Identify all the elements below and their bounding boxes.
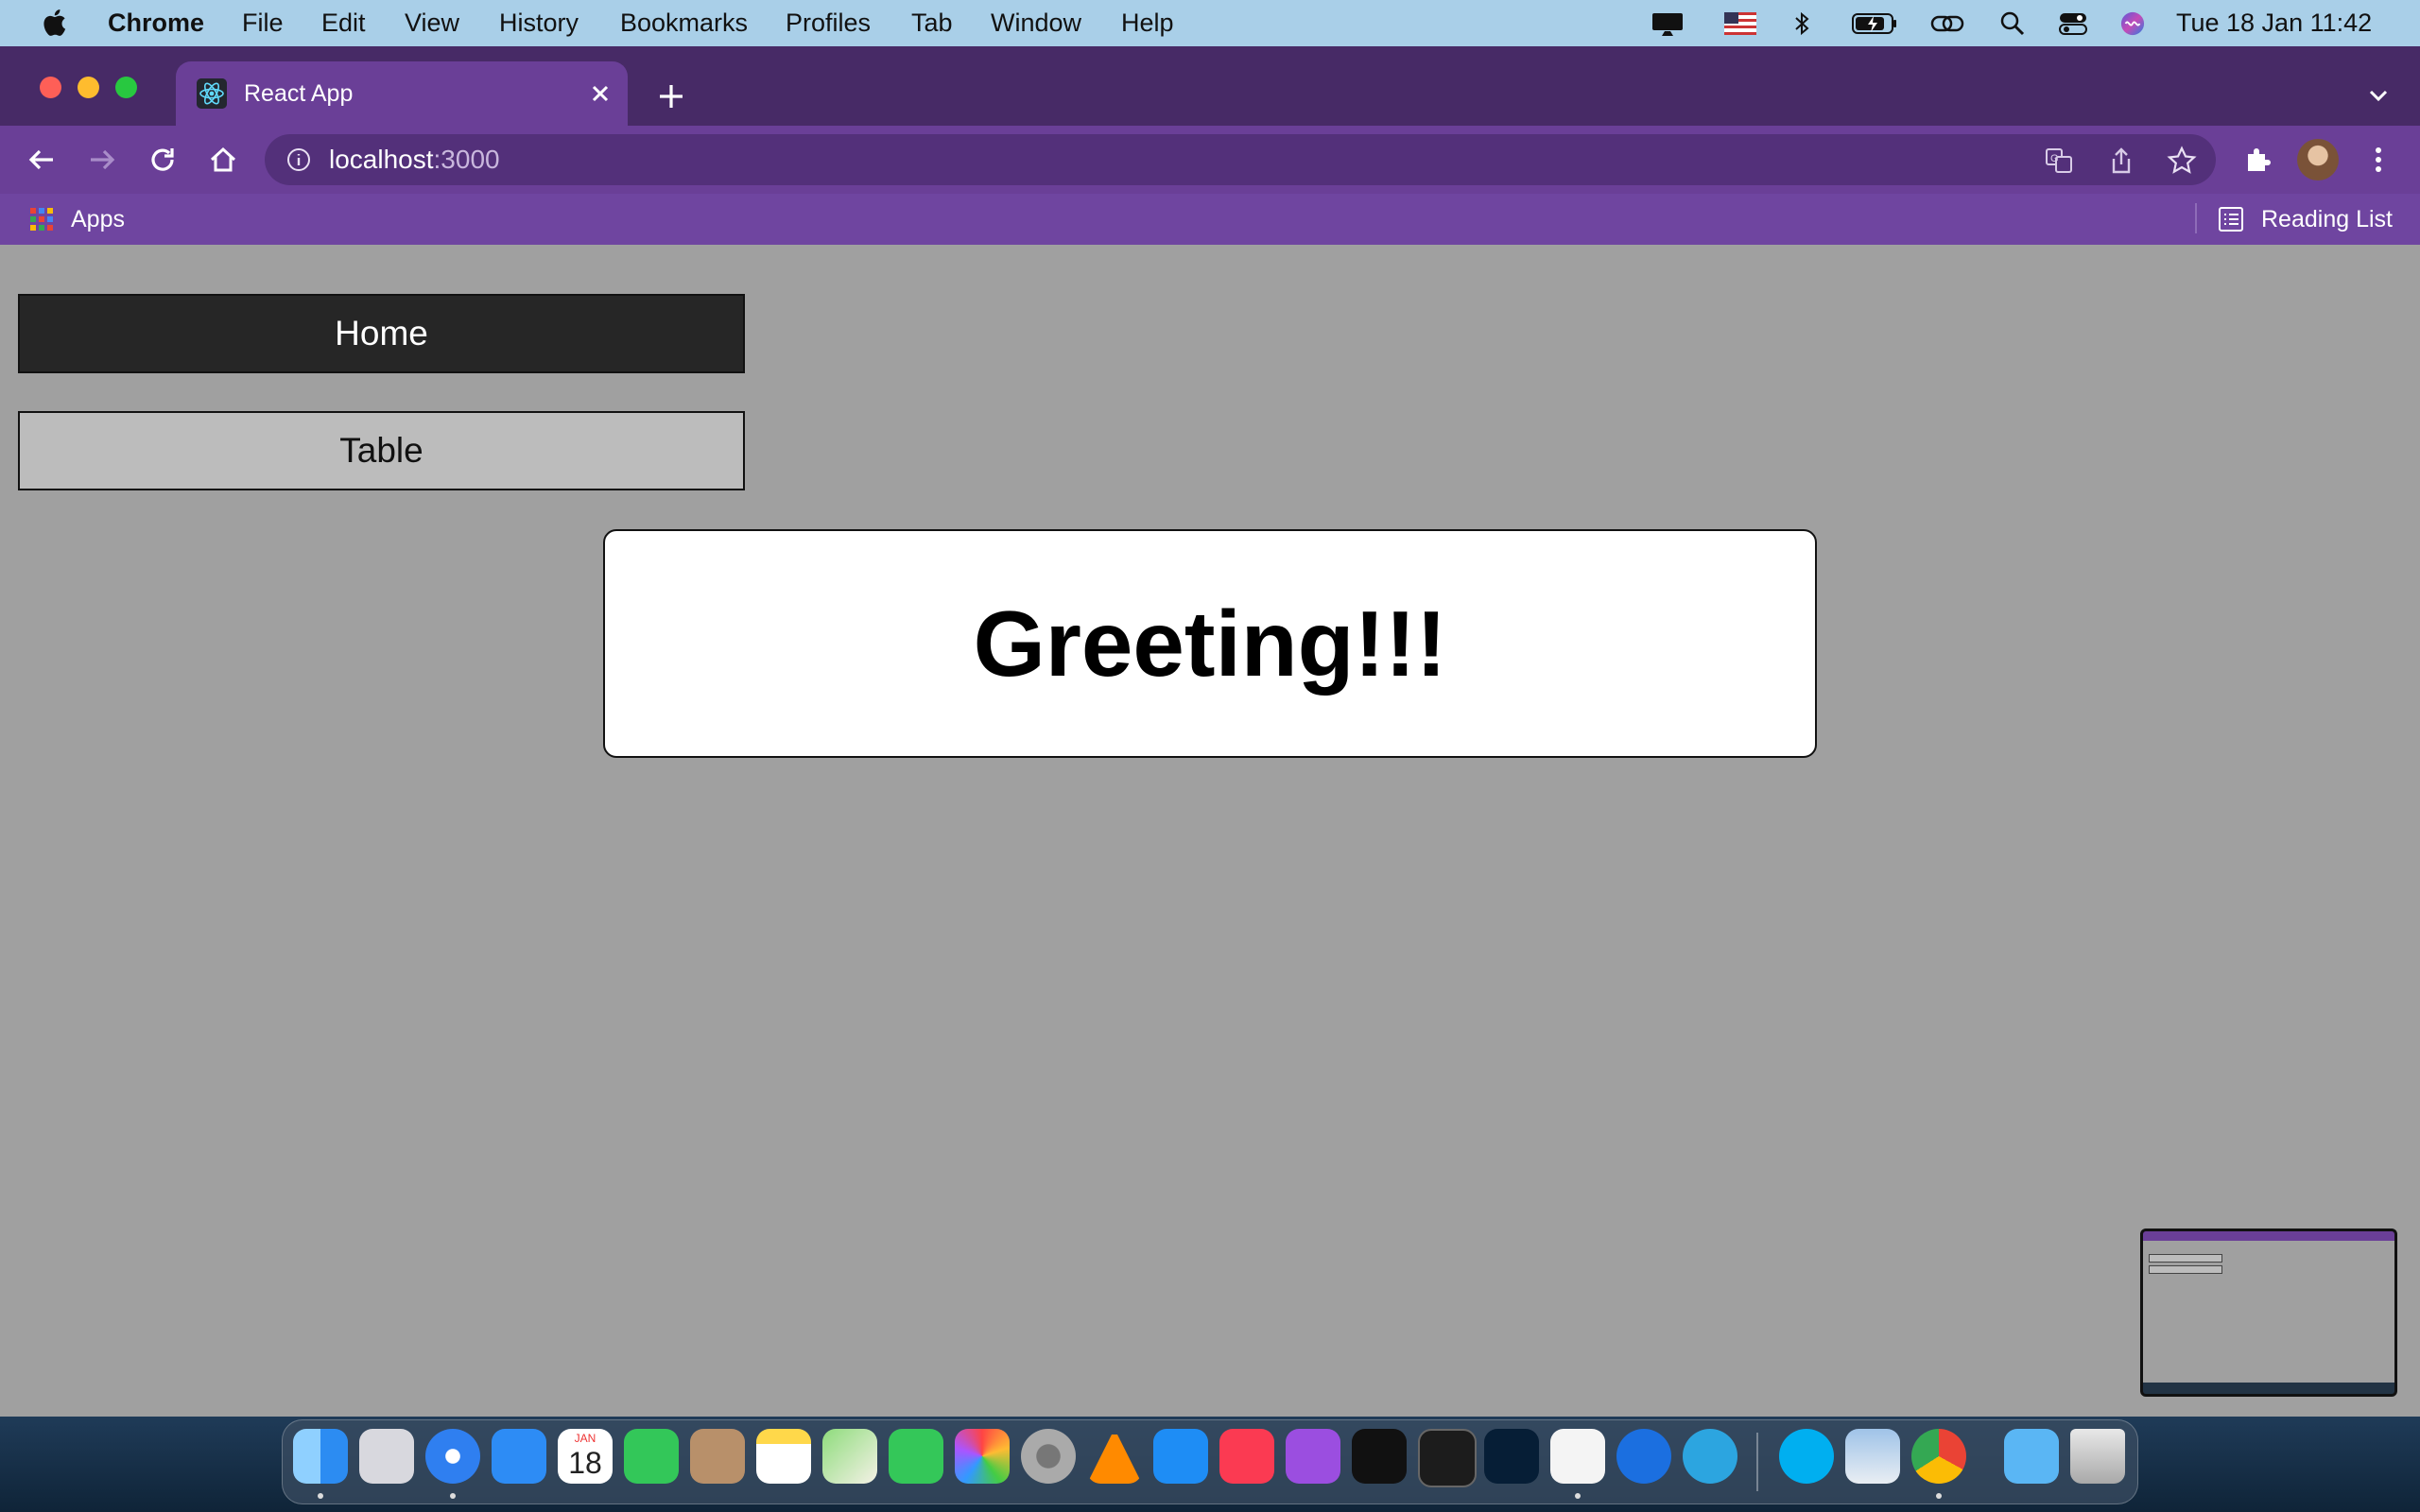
- minimize-window-button[interactable]: [78, 77, 99, 98]
- siri-icon[interactable]: [2119, 11, 2146, 36]
- vscode-running-dot: [1575, 1493, 1581, 1499]
- apple-tv-icon[interactable]: [1352, 1429, 1407, 1484]
- battery-icon[interactable]: [1851, 11, 1898, 36]
- tab-search-chevron-down-icon[interactable]: [2360, 82, 2397, 111]
- menu-window[interactable]: Window: [991, 9, 1081, 37]
- finder-icon[interactable]: [293, 1429, 348, 1484]
- menu-file[interactable]: File: [242, 9, 284, 37]
- xcode-icon[interactable]: [1616, 1429, 1671, 1484]
- bookmarks-bar: Apps Reading List: [0, 194, 2420, 245]
- apps-grid-icon[interactable]: [28, 206, 55, 232]
- extensions-puzzle-icon[interactable]: [2238, 141, 2276, 179]
- photoshop-icon[interactable]: [1484, 1429, 1539, 1484]
- skype-icon[interactable]: [1779, 1429, 1834, 1484]
- spotlight-search-icon[interactable]: [2000, 11, 2025, 36]
- thumbnail-home-button: [2149, 1254, 2222, 1263]
- notes-icon[interactable]: [756, 1429, 811, 1484]
- thumbnail-dock: [2143, 1383, 2394, 1394]
- telegram-icon[interactable]: [1683, 1429, 1737, 1484]
- site-info-icon[interactable]: [285, 146, 312, 173]
- maps-icon[interactable]: [822, 1429, 877, 1484]
- zoom-window-button[interactable]: [115, 77, 137, 98]
- contacts-icon[interactable]: [690, 1429, 745, 1484]
- bookmarks-divider: [2195, 203, 2197, 233]
- bookmark-star-icon[interactable]: [2167, 146, 2197, 176]
- new-tab-icon[interactable]: [652, 77, 690, 115]
- calendar-month: JAN: [574, 1432, 596, 1445]
- screenshot-thumbnail-preview[interactable]: [2140, 1228, 2397, 1397]
- finder-running-dot: [318, 1493, 323, 1499]
- menu-history[interactable]: History: [499, 9, 579, 37]
- url-port: :3000: [433, 145, 500, 174]
- share-icon[interactable]: [2106, 146, 2136, 176]
- messages-icon[interactable]: [889, 1429, 943, 1484]
- music-icon[interactable]: [1219, 1429, 1274, 1484]
- menu-bar: Chrome File Edit View History Bookmarks …: [0, 0, 2420, 46]
- browser-toolbar: localhost:3000 G: [0, 126, 2420, 194]
- menu-tab[interactable]: Tab: [911, 9, 953, 37]
- photos-icon[interactable]: [955, 1429, 1010, 1484]
- react-favicon-icon: [197, 78, 227, 109]
- reading-list-icon[interactable]: [2218, 206, 2244, 232]
- bluetooth-icon[interactable]: [1792, 11, 1811, 36]
- translate-icon[interactable]: G: [2044, 146, 2074, 176]
- calendar-day: 18: [568, 1446, 602, 1480]
- vscode-icon[interactable]: [1550, 1429, 1605, 1484]
- browser-window: React App localhost:3000 G Apps Reading …: [0, 46, 2420, 1417]
- menu-profiles[interactable]: Profiles: [786, 9, 871, 37]
- url-text[interactable]: localhost:3000: [329, 144, 500, 176]
- safari-running-dot: [450, 1493, 456, 1499]
- home-icon[interactable]: [204, 141, 242, 179]
- menubar-datetime[interactable]: Tue 18 Jan 11:42: [2176, 10, 2372, 36]
- control-center-icon[interactable]: [2059, 11, 2087, 36]
- menu-app-name[interactable]: Chrome: [108, 9, 204, 37]
- menu-view[interactable]: View: [405, 9, 459, 37]
- calendar-icon[interactable]: JAN 18: [558, 1429, 613, 1484]
- svg-text:G: G: [2050, 153, 2059, 164]
- facetime-icon[interactable]: [624, 1429, 679, 1484]
- trash-icon[interactable]: [2070, 1429, 2125, 1484]
- chrome-running-dot: [1936, 1493, 1942, 1499]
- dock-separator: [1756, 1433, 1758, 1491]
- table-nav-button[interactable]: Table: [18, 411, 745, 490]
- apps-bookmark[interactable]: Apps: [71, 205, 125, 233]
- close-window-button[interactable]: [40, 77, 61, 98]
- reading-list-button[interactable]: Reading List: [2261, 205, 2393, 233]
- page-content: Home Table Greeting!!!: [0, 245, 2420, 1417]
- control-link-icon[interactable]: [1930, 11, 1964, 36]
- menu-help[interactable]: Help: [1121, 9, 1174, 37]
- us-flag-icon[interactable]: [1724, 11, 1756, 36]
- launchpad-icon[interactable]: [359, 1429, 414, 1484]
- reload-icon[interactable]: [144, 141, 182, 179]
- tab-react-app[interactable]: React App: [176, 61, 628, 126]
- app-store-icon[interactable]: [1153, 1429, 1208, 1484]
- apple-icon[interactable]: [42, 9, 66, 37]
- tab-title: React App: [244, 80, 354, 107]
- thumbnail-table-button: [2149, 1265, 2222, 1274]
- podcasts-icon[interactable]: [1286, 1429, 1340, 1484]
- greeting-heading: Greeting!!!: [973, 591, 1447, 696]
- greeting-card: Greeting!!!: [603, 529, 1817, 758]
- menu-edit[interactable]: Edit: [321, 9, 366, 37]
- menu-bookmarks[interactable]: Bookmarks: [620, 9, 748, 37]
- back-arrow-icon[interactable]: [23, 141, 60, 179]
- more-vertical-icon[interactable]: [2360, 141, 2397, 179]
- forward-arrow-icon[interactable]: [83, 141, 121, 179]
- system-preferences-icon[interactable]: [1021, 1429, 1076, 1484]
- terminal-icon[interactable]: [1418, 1429, 1477, 1487]
- thumbnail-toolbar: [2143, 1231, 2394, 1241]
- downloads-folder-icon[interactable]: [2004, 1429, 2059, 1484]
- address-bar[interactable]: localhost:3000 G: [265, 134, 2216, 185]
- preview-icon[interactable]: [1845, 1429, 1900, 1484]
- tab-close-icon[interactable]: [584, 77, 616, 110]
- home-nav-button[interactable]: Home: [18, 294, 745, 373]
- profile-avatar[interactable]: [2297, 139, 2339, 180]
- display-icon[interactable]: [1651, 11, 1685, 36]
- mail-icon[interactable]: [492, 1429, 546, 1484]
- url-host: localhost: [329, 145, 434, 174]
- tab-strip: React App: [0, 46, 2420, 126]
- safari-icon[interactable]: [425, 1429, 480, 1484]
- chrome-icon[interactable]: [1911, 1429, 1966, 1484]
